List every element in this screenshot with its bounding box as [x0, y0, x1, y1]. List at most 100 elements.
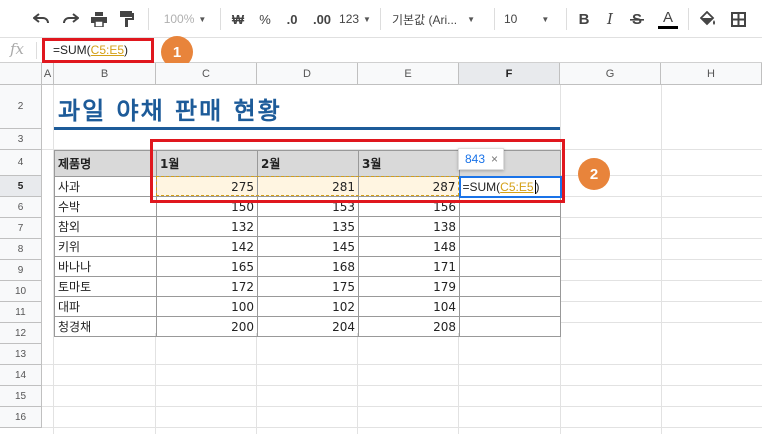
redo-icon[interactable]	[58, 6, 84, 32]
value-cell[interactable]: 204	[257, 316, 359, 337]
value-cell[interactable]: 138	[358, 216, 460, 237]
text-color-button[interactable]: A	[656, 6, 680, 32]
chevron-down-icon: ▼	[363, 14, 371, 24]
column-header-f[interactable]: F	[459, 63, 560, 85]
product-cell[interactable]: 청경채	[54, 316, 157, 337]
currency-format-button[interactable]: ₩	[228, 6, 248, 32]
spreadsheet-grid: A B C D E F G H 2 3 4 5 6 7 8 9 10 11 12…	[0, 63, 762, 434]
toolbar-divider	[566, 8, 567, 30]
print-icon[interactable]	[86, 6, 112, 32]
gridline	[560, 196, 762, 197]
gridline	[42, 385, 762, 386]
number-format-select[interactable]: 123 ▼	[338, 6, 372, 32]
row-header-7[interactable]: 7	[0, 218, 42, 239]
empty-cell[interactable]	[459, 316, 561, 337]
bold-button[interactable]: B	[574, 6, 594, 32]
value-cell[interactable]: 104	[358, 296, 460, 317]
borders-icon[interactable]	[726, 6, 750, 32]
zoom-select[interactable]: 100% ▼	[156, 6, 214, 32]
chevron-down-icon: ▼	[198, 14, 207, 24]
gridline	[155, 333, 156, 434]
value-cell[interactable]: 148	[358, 236, 460, 257]
toolbar-divider	[688, 8, 689, 30]
toolbar-divider	[380, 8, 381, 30]
gridline	[357, 333, 358, 434]
table-row: 대파 100 102 104	[54, 296, 561, 317]
gridline	[560, 238, 762, 239]
value-cell[interactable]: 142	[156, 236, 258, 257]
empty-cell[interactable]	[459, 296, 561, 317]
column-header-a[interactable]: A	[42, 63, 54, 85]
product-cell[interactable]: 키위	[54, 236, 157, 257]
product-cell[interactable]: 수박	[54, 196, 157, 217]
row-header-12[interactable]: 12	[0, 323, 42, 344]
select-all-corner[interactable]	[0, 63, 42, 85]
row-header-14[interactable]: 14	[0, 365, 42, 386]
font-size-select[interactable]: 10 ▼	[504, 6, 560, 32]
decrease-decimal-button[interactable]: .0	[280, 6, 304, 32]
gridline	[256, 333, 257, 434]
column-header-d[interactable]: D	[257, 63, 358, 85]
value-cell[interactable]: 102	[257, 296, 359, 317]
row-header-3[interactable]: 3	[0, 129, 42, 150]
column-header-h[interactable]: H	[661, 63, 762, 85]
product-cell[interactable]: 토마토	[54, 276, 157, 297]
gridline	[560, 301, 762, 302]
empty-cell[interactable]	[459, 236, 561, 257]
value-cell[interactable]: 145	[257, 236, 359, 257]
row-header-2[interactable]: 2	[0, 85, 42, 129]
row-header-8[interactable]: 8	[0, 239, 42, 260]
value-cell[interactable]: 135	[257, 216, 359, 237]
header-cell[interactable]: 제품명	[54, 150, 157, 177]
product-cell[interactable]: 대파	[54, 296, 157, 317]
row-header-5[interactable]: 5	[0, 176, 42, 197]
value-cell[interactable]: 100	[156, 296, 258, 317]
empty-cell[interactable]	[459, 256, 561, 277]
row-header-15[interactable]: 15	[0, 386, 42, 407]
column-header-g[interactable]: G	[560, 63, 661, 85]
row-header-11[interactable]: 11	[0, 302, 42, 323]
product-cell[interactable]: 참외	[54, 216, 157, 237]
value-cell[interactable]: 165	[156, 256, 258, 277]
row-header-9[interactable]: 9	[0, 260, 42, 281]
value-cell[interactable]: 208	[358, 316, 460, 337]
undo-icon[interactable]	[28, 6, 54, 32]
callout-2: 2	[578, 158, 610, 190]
value-cell[interactable]: 200	[156, 316, 258, 337]
value-cell[interactable]: 179	[358, 276, 460, 297]
value-cell[interactable]: 172	[156, 276, 258, 297]
empty-cell[interactable]	[459, 216, 561, 237]
empty-cell[interactable]	[459, 276, 561, 297]
chevron-down-icon: ▼	[467, 14, 476, 24]
toolbar-divider	[494, 8, 495, 30]
value-cell[interactable]: 175	[257, 276, 359, 297]
gridline	[42, 364, 762, 365]
value-cell[interactable]: 168	[257, 256, 359, 277]
toolbar-divider	[148, 8, 149, 30]
column-header-c[interactable]: C	[156, 63, 257, 85]
value-cell[interactable]: 132	[156, 216, 258, 237]
paint-format-icon[interactable]	[114, 6, 140, 32]
row-header-10[interactable]: 10	[0, 281, 42, 302]
row-header-16[interactable]: 16	[0, 407, 42, 428]
product-cell[interactable]: 바나나	[54, 256, 157, 277]
column-header-e[interactable]: E	[358, 63, 459, 85]
font-select[interactable]: 기본값 (Ari... ▼	[392, 6, 486, 32]
increase-decimal-button[interactable]: .00	[308, 6, 336, 32]
italic-button[interactable]: I	[600, 6, 620, 32]
toolbar-divider	[220, 8, 221, 30]
fill-color-icon[interactable]	[696, 6, 720, 32]
table-row: 참외 132 135 138	[54, 216, 561, 237]
font-size-value: 10	[504, 12, 518, 26]
column-header-b[interactable]: B	[54, 63, 156, 85]
product-cell[interactable]: 사과	[54, 176, 157, 197]
row-header-6[interactable]: 6	[0, 197, 42, 218]
strikethrough-icon[interactable]: S	[626, 6, 648, 32]
percent-format-button[interactable]: %	[255, 6, 275, 32]
gridline	[42, 427, 762, 428]
gridline	[560, 322, 762, 323]
row-header-4[interactable]: 4	[0, 150, 42, 176]
row-header-13[interactable]: 13	[0, 344, 42, 365]
value-cell[interactable]: 171	[358, 256, 460, 277]
table-row: 바나나 165 168 171	[54, 256, 561, 277]
